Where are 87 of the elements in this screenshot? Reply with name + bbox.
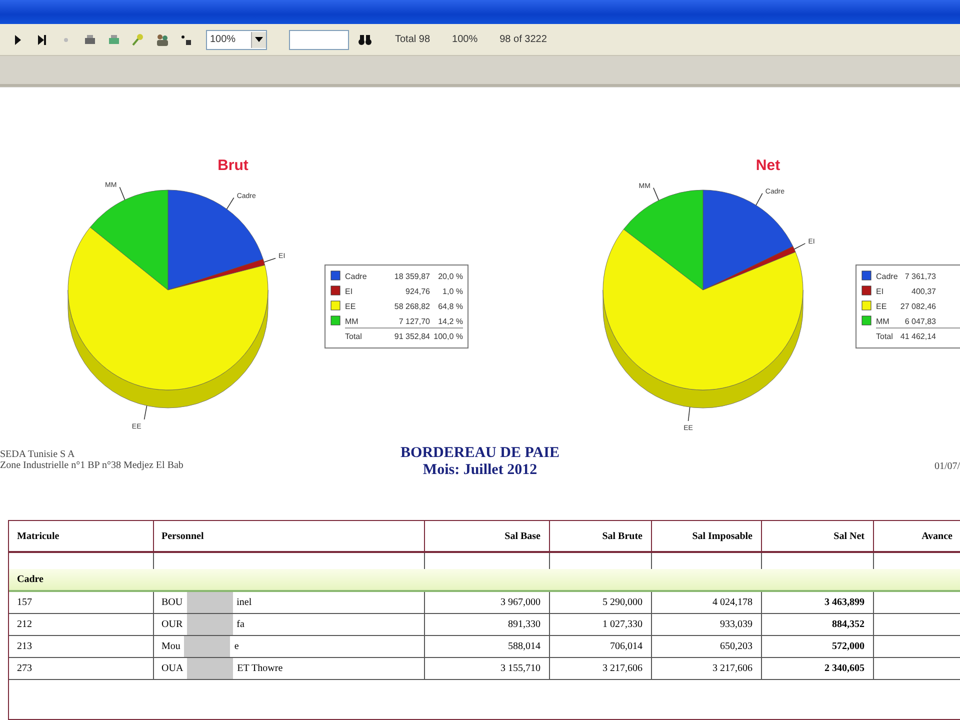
company-info: Zone Industrielle n°1 BP n°38 Medjez El Bab bbox=[0, 460, 184, 471]
leader-line bbox=[756, 192, 763, 206]
legend-value: 400,37 bbox=[912, 287, 936, 296]
legend-value: 7 127,70 bbox=[398, 317, 430, 326]
name-fragment: Mou bbox=[162, 641, 180, 652]
table-cell: 3 217,606 bbox=[549, 658, 651, 680]
redaction-block bbox=[184, 636, 230, 657]
name-fragment: inel bbox=[236, 597, 252, 608]
leader-line bbox=[688, 406, 690, 422]
leader-line bbox=[119, 186, 126, 200]
name-fragment: OUA bbox=[162, 663, 184, 674]
name-fragment: e bbox=[234, 641, 239, 652]
caret-icon bbox=[255, 37, 263, 42]
legend-value: 924,76 bbox=[406, 287, 430, 296]
legend-label: EE bbox=[876, 302, 887, 311]
legend-value: 41 462,14 bbox=[900, 332, 936, 341]
leader-line bbox=[144, 405, 148, 420]
table-cell: 2 340,605 bbox=[761, 658, 873, 680]
table-cell: 3 155,710 bbox=[424, 658, 549, 680]
redaction-block bbox=[186, 592, 233, 613]
table-cell: 588,014 bbox=[424, 636, 549, 658]
legend-value: 18 359,87 bbox=[394, 272, 430, 281]
company-info: SEDA Tunisie S A bbox=[0, 449, 76, 460]
name-fragment: BOU bbox=[162, 597, 183, 608]
percent-label: 100% bbox=[452, 34, 478, 45]
name-fragment: ET Thowre bbox=[237, 663, 283, 674]
legend-label: MM bbox=[345, 317, 358, 326]
total-count: Total 98 bbox=[395, 34, 430, 45]
leader-line bbox=[653, 187, 660, 201]
group-row: Cadre bbox=[9, 569, 960, 591]
chart-title: Brut bbox=[218, 157, 248, 174]
legend-label: Total bbox=[345, 332, 362, 341]
column-header: Sal Imposable bbox=[651, 521, 761, 552]
legend-label: MM bbox=[876, 317, 890, 326]
name-fragment: fa bbox=[236, 619, 244, 630]
table-cell: 884,352 bbox=[761, 614, 873, 636]
legend-percent: 64,8 % bbox=[438, 302, 463, 311]
table-cell: 4 024,178 bbox=[651, 591, 761, 614]
legend-percent: 14,2 % bbox=[438, 317, 463, 326]
table-cell: 3 217,606 bbox=[651, 658, 761, 680]
redaction-block bbox=[187, 658, 234, 679]
table-cell: 891,330 bbox=[424, 614, 549, 636]
report-title: BORDEREAU DE PAIE bbox=[400, 445, 560, 462]
table-cell: 650,203 bbox=[651, 636, 761, 658]
table-cell: 3 967,000 bbox=[424, 591, 549, 614]
legend-value: 6 047,83 bbox=[904, 317, 936, 326]
chart-title: Net bbox=[756, 157, 780, 174]
column-header: Matricule bbox=[9, 521, 153, 552]
legend-percent: 1,0 % bbox=[442, 287, 463, 296]
zoom-dropdown[interactable]: 100% bbox=[206, 30, 267, 50]
page-count: 98 of 3222 bbox=[500, 34, 547, 45]
legend-label: EI bbox=[876, 287, 884, 296]
table-cell: 5 290,000 bbox=[549, 591, 651, 614]
table-cell: 706,014 bbox=[549, 636, 651, 658]
legend-label: EE bbox=[345, 302, 356, 311]
table-cell: 157 bbox=[9, 591, 153, 614]
table-cell: 933,039 bbox=[651, 614, 761, 636]
column-header: Sal Base bbox=[424, 521, 549, 552]
table-cell: 1 027,330 bbox=[549, 614, 651, 636]
leader-line bbox=[226, 197, 234, 210]
table-cell: 3 463,899 bbox=[761, 591, 873, 614]
legend-value: 27 082,46 bbox=[900, 302, 936, 311]
column-header: Sal Brute bbox=[549, 521, 651, 552]
legend-label: Cadre bbox=[876, 272, 898, 281]
table-cell: 212 bbox=[9, 614, 153, 636]
leader-line bbox=[264, 258, 276, 262]
legend-value: 91 352,84 bbox=[394, 332, 430, 341]
table-cell: 273 bbox=[9, 658, 153, 680]
column-header: Sal Net bbox=[761, 521, 873, 552]
legend-value: 7 361,73 bbox=[904, 272, 936, 281]
legend-label: EI bbox=[345, 287, 353, 296]
legend-percent: 100,0 % bbox=[434, 332, 463, 341]
column-header: Avance bbox=[873, 521, 960, 552]
legend-percent: 20,0 % bbox=[438, 272, 463, 281]
people-icon[interactable] bbox=[154, 32, 170, 48]
legend-value: 58 268,82 bbox=[394, 302, 430, 311]
search-field[interactable] bbox=[289, 30, 349, 50]
redaction-block bbox=[186, 614, 233, 635]
table-cell: 572,000 bbox=[761, 636, 873, 658]
leader-line bbox=[794, 243, 806, 250]
name-fragment: OUR bbox=[162, 619, 183, 630]
legend-label: Total bbox=[876, 332, 893, 341]
table-cell: 213 bbox=[9, 636, 153, 658]
report-month: Mois: Juillet 2012 bbox=[422, 462, 538, 479]
legend-label: Cadre bbox=[345, 272, 367, 281]
report-date: 01/07/ bbox=[934, 461, 960, 472]
column-header: Personnel bbox=[153, 521, 424, 552]
